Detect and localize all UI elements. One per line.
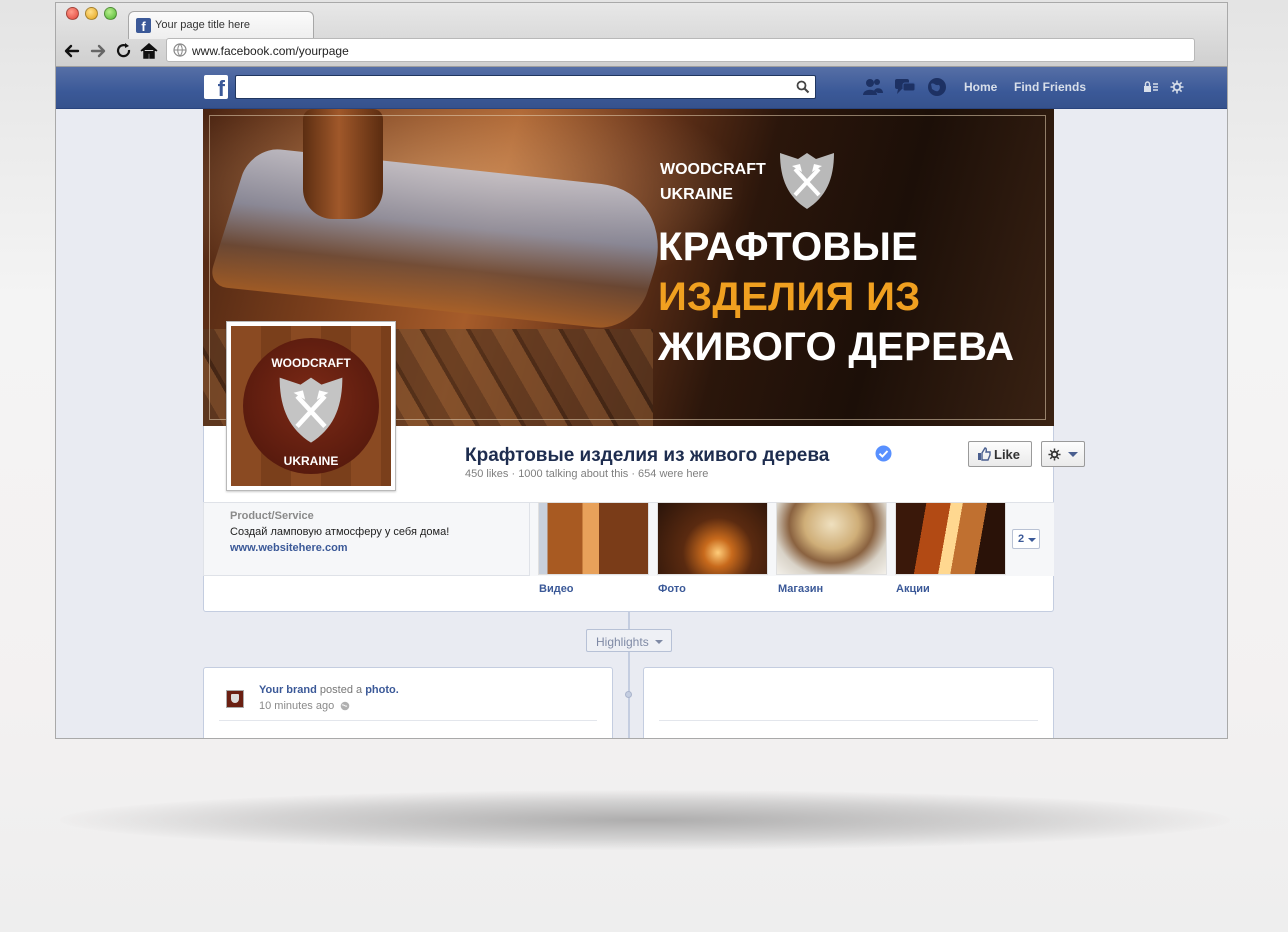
- page-title: Крафтовые изделия из живого дерева: [465, 445, 830, 466]
- floor-shadow: [60, 790, 1230, 850]
- app-label-photo[interactable]: Фото: [658, 583, 686, 595]
- highlights-label: Highlights: [596, 635, 649, 649]
- more-apps-button[interactable]: 2: [1012, 529, 1040, 549]
- profile-wood-background: WOODCRAFT UKRAINE: [231, 326, 391, 486]
- profile-axe-shield-icon: [279, 377, 343, 443]
- about-box: Product/Service Создай ламповую атмосфер…: [203, 502, 530, 576]
- browser-chrome: f Your page title here www.facebook.com/…: [56, 3, 1227, 67]
- app-tile-shop[interactable]: [776, 502, 887, 575]
- notifications-globe-icon[interactable]: [926, 77, 948, 97]
- chevron-down-icon: [1028, 538, 1036, 542]
- facebook-search-input[interactable]: [235, 75, 816, 99]
- gear-icon: [1048, 448, 1061, 461]
- facebook-logo-icon[interactable]: f: [204, 75, 228, 101]
- page-stats: 450 likes · 1000 talking about this · 65…: [465, 468, 709, 480]
- cover-headline-line3: ЖИВОГО ДЕРЕВА: [658, 325, 1015, 369]
- page-category: Product/Service: [230, 510, 314, 522]
- post-object-link[interactable]: photo.: [365, 684, 399, 696]
- globe-icon: [173, 43, 187, 57]
- app-tile-photo[interactable]: [657, 502, 768, 575]
- home-icon[interactable]: [139, 41, 159, 61]
- app-label-shop[interactable]: Магазин: [778, 583, 823, 595]
- like-button[interactable]: Like: [968, 441, 1032, 467]
- messages-icon[interactable]: [894, 77, 916, 97]
- post-action: posted a: [319, 684, 363, 696]
- thumbs-up-icon: [978, 447, 991, 461]
- find-friends-link[interactable]: Find Friends: [1014, 80, 1086, 94]
- cover-brand-line2: UKRAINE: [660, 186, 733, 203]
- reload-icon[interactable]: [114, 41, 134, 61]
- settings-gear-icon[interactable]: [1170, 80, 1184, 94]
- post-author-link[interactable]: Your brand: [259, 684, 317, 696]
- post-header: Your brand posted a photo.: [259, 684, 399, 696]
- forward-arrow-icon[interactable]: [88, 41, 108, 61]
- post-divider: [659, 720, 1038, 721]
- post-timestamp[interactable]: 10 minutes ago: [259, 700, 350, 712]
- app-label-promotions[interactable]: Акции: [896, 583, 930, 595]
- profile-brand-top: WOODCRAFT: [271, 356, 351, 370]
- post-time-text: 10 minutes ago: [259, 700, 335, 712]
- browser-window: f Your page title here www.facebook.com/…: [55, 2, 1228, 739]
- privacy-shortcuts-icon[interactable]: [1143, 80, 1159, 94]
- more-apps-count: 2: [1018, 533, 1025, 545]
- verified-badge-icon: [875, 445, 892, 462]
- cover-brand-text: WOODCRAFT UKRAINE: [660, 157, 766, 207]
- cover-brand-line1: WOODCRAFT: [660, 161, 766, 178]
- chevron-down-icon: [655, 640, 663, 644]
- profile-picture[interactable]: WOODCRAFT UKRAINE: [226, 321, 396, 491]
- close-window-button[interactable]: [66, 7, 79, 20]
- highlights-dropdown[interactable]: Highlights: [586, 629, 672, 652]
- profile-brand-bottom: UKRAINE: [283, 454, 339, 468]
- home-link[interactable]: Home: [964, 80, 997, 94]
- address-bar[interactable]: www.facebook.com/yourpage: [166, 38, 1195, 62]
- timeline-empty-card: [643, 667, 1054, 738]
- friend-requests-icon[interactable]: [862, 77, 884, 97]
- page-description: Создай ламповую атмосферу у себя дома!: [230, 526, 450, 538]
- timeline-post-card: Your brand posted a photo. 10 minutes ag…: [203, 667, 613, 738]
- search-icon[interactable]: [796, 80, 810, 94]
- app-tile-promotions[interactable]: [895, 502, 1006, 575]
- minimize-window-button[interactable]: [85, 7, 98, 20]
- cover-headline-line2: ИЗДЕЛИЯ ИЗ: [658, 275, 921, 319]
- page-options-button[interactable]: [1041, 441, 1085, 467]
- website-link[interactable]: www.websitehere.com: [230, 542, 348, 554]
- chevron-down-icon: [1068, 452, 1078, 457]
- facebook-favicon-icon: f: [136, 18, 151, 34]
- axe-shield-logo-icon: [780, 153, 834, 209]
- app-label-video[interactable]: Видео: [539, 583, 574, 595]
- public-globe-icon: [340, 701, 350, 711]
- app-tile-video[interactable]: [538, 502, 649, 575]
- like-button-label: Like: [994, 447, 1021, 462]
- cover-headline-line1: КРАФТОВЫЕ: [658, 225, 919, 269]
- facebook-top-bar: f Home Find Friends: [56, 67, 1227, 109]
- back-arrow-icon[interactable]: [62, 41, 82, 61]
- zoom-window-button[interactable]: [104, 7, 117, 20]
- url-text: www.facebook.com/yourpage: [192, 44, 349, 58]
- post-divider: [219, 720, 597, 721]
- tab-title: Your page title here: [155, 19, 250, 31]
- timeline-dot: [625, 691, 632, 698]
- post-avatar[interactable]: [226, 690, 244, 708]
